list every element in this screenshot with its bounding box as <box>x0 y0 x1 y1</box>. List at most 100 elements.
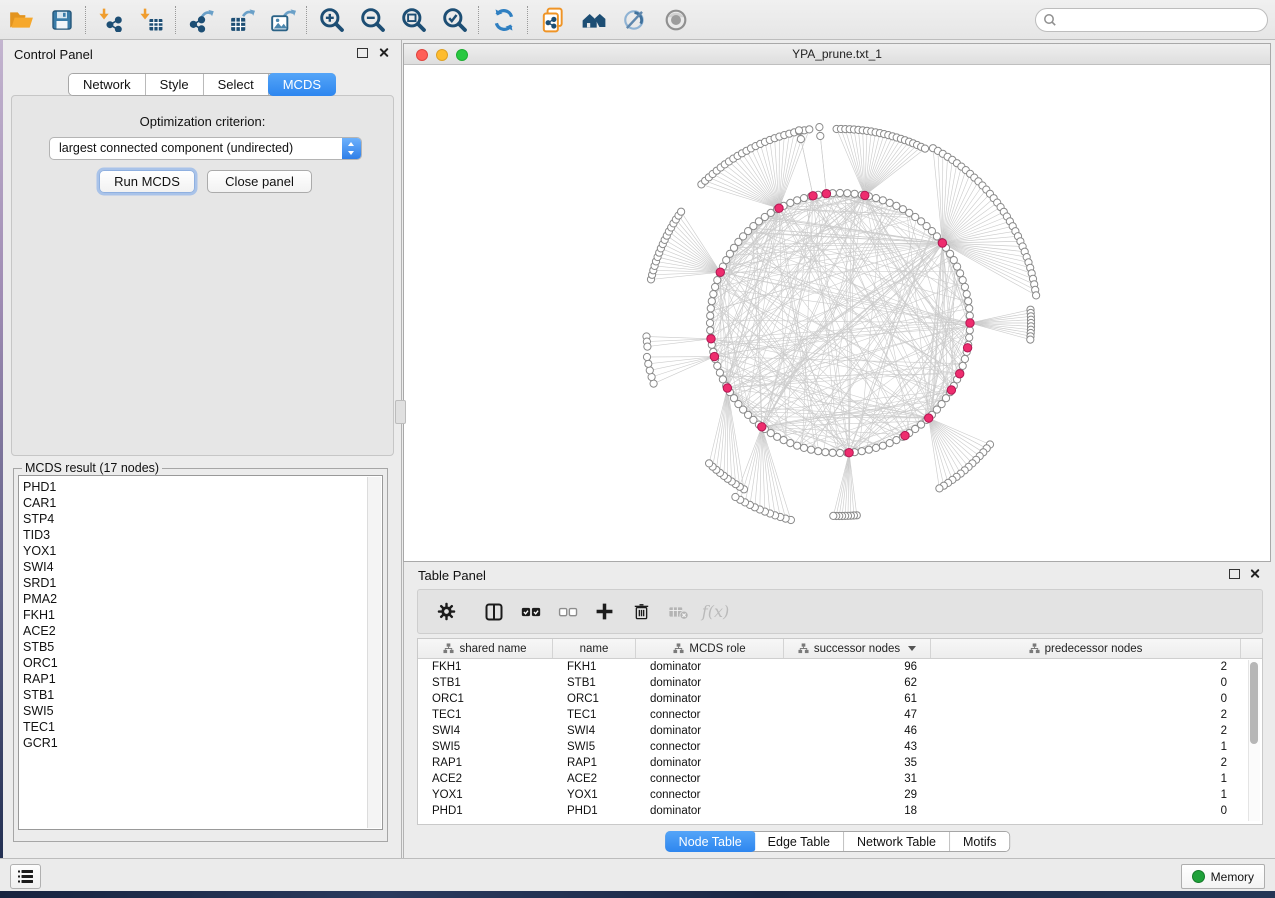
save-session-button[interactable] <box>41 3 82 37</box>
graph-hub-node[interactable] <box>947 386 955 394</box>
table-cell[interactable]: SWI5 <box>418 739 553 755</box>
graph-node[interactable] <box>836 449 843 456</box>
table-cell[interactable]: connector <box>636 707 784 723</box>
graph-node[interactable] <box>794 442 801 449</box>
table-cell[interactable]: 2 <box>931 707 1241 723</box>
graph-hub-node[interactable] <box>723 384 731 392</box>
table-cell[interactable]: YOX1 <box>553 787 636 803</box>
table-cell[interactable]: dominator <box>636 675 784 691</box>
mcds-result-item[interactable]: SWI4 <box>19 559 382 575</box>
table-row[interactable]: STB1STB1dominator620 <box>418 675 1262 691</box>
mcds-result-item[interactable]: ACE2 <box>19 623 382 639</box>
export-image-button[interactable] <box>262 3 303 37</box>
table-cell[interactable]: 47 <box>784 707 931 723</box>
graph-node[interactable] <box>648 373 655 380</box>
mcds-result-item[interactable]: STB5 <box>19 639 382 655</box>
table-cell[interactable]: 2 <box>931 723 1241 739</box>
table-cell[interactable]: 43 <box>784 739 931 755</box>
table-cell[interactable]: 35 <box>784 755 931 771</box>
tab-mcds[interactable]: MCDS <box>268 73 336 96</box>
table-settings-button[interactable] <box>428 597 465 627</box>
select-all-button[interactable] <box>512 597 549 627</box>
graph-node[interactable] <box>646 367 653 374</box>
table-row[interactable]: PHD1PHD1dominator180 <box>418 803 1262 819</box>
table-cell[interactable]: 0 <box>931 691 1241 707</box>
zoom-selected-button[interactable] <box>434 3 475 37</box>
graph-node[interactable] <box>851 190 858 197</box>
show-visualization-button[interactable] <box>655 3 696 37</box>
graph-node[interactable] <box>954 263 961 270</box>
table-scrollbar[interactable] <box>1248 660 1260 821</box>
column-header-name[interactable]: name <box>553 639 636 658</box>
graph-node[interactable] <box>872 444 879 451</box>
refresh-button[interactable] <box>483 3 524 37</box>
table-cell[interactable]: 0 <box>931 675 1241 691</box>
show-columns-button[interactable] <box>475 597 512 627</box>
graph-node[interactable] <box>706 319 713 326</box>
graph-hub-node[interactable] <box>707 335 715 343</box>
graph-hub-node[interactable] <box>716 268 724 276</box>
graph-hub-node[interactable] <box>925 414 933 422</box>
column-header-shared-name[interactable]: shared name <box>418 639 553 658</box>
table-cell[interactable]: ACE2 <box>553 771 636 787</box>
list-scrollbar[interactable] <box>367 477 381 828</box>
graph-node[interactable] <box>959 277 966 284</box>
table-cell[interactable]: 1 <box>931 771 1241 787</box>
table-row[interactable]: SWI4SWI4dominator462 <box>418 723 1262 739</box>
graph-node[interactable] <box>815 448 822 455</box>
graph-hub-node[interactable] <box>963 344 971 352</box>
table-row[interactable]: YOX1YOX1connector291 <box>418 787 1262 803</box>
table-cell[interactable]: PHD1 <box>418 803 553 819</box>
graph-node[interactable] <box>708 298 715 305</box>
mcds-result-item[interactable]: TID3 <box>19 527 382 543</box>
mcds-result-item[interactable]: FKH1 <box>19 607 382 623</box>
table-cell[interactable]: 62 <box>784 675 931 691</box>
graph-node[interactable] <box>959 362 966 369</box>
graph-node[interactable] <box>966 312 973 319</box>
graph-node[interactable] <box>872 195 879 202</box>
graph-node[interactable] <box>963 291 970 298</box>
tab-select[interactable]: Select <box>204 74 269 95</box>
table-cell[interactable]: FKH1 <box>418 659 553 675</box>
graph-node[interactable] <box>965 298 972 305</box>
graph-node[interactable] <box>822 449 829 456</box>
table-cell[interactable]: dominator <box>636 723 784 739</box>
graph-hub-node[interactable] <box>845 449 853 457</box>
table-cell[interactable]: 29 <box>784 787 931 803</box>
graph-hub-node[interactable] <box>710 352 718 360</box>
table-cell[interactable]: 18 <box>784 803 931 819</box>
import-network-button[interactable] <box>90 3 131 37</box>
table-cell[interactable]: 2 <box>931 659 1241 675</box>
table-cell[interactable]: FKH1 <box>553 659 636 675</box>
graph-node[interactable] <box>879 442 886 449</box>
graph-node[interactable] <box>706 460 713 467</box>
table-cell[interactable]: SWI4 <box>553 723 636 739</box>
column-header-MCDS-role[interactable]: MCDS role <box>636 639 784 658</box>
graph-node[interactable] <box>886 440 893 447</box>
graph-node[interactable] <box>817 132 824 139</box>
optimization-criterion-select[interactable]: largest connected component (undirected) <box>49 137 362 160</box>
table-cell[interactable]: PHD1 <box>553 803 636 819</box>
table-tab-node-table[interactable]: Node Table <box>665 831 756 852</box>
graph-node[interactable] <box>961 283 968 290</box>
graph-node[interactable] <box>836 189 843 196</box>
table-cell[interactable]: connector <box>636 771 784 787</box>
table-cell[interactable]: 46 <box>784 723 931 739</box>
mcds-result-item[interactable]: PMA2 <box>19 591 382 607</box>
tab-network[interactable]: Network <box>69 74 146 95</box>
add-column-button[interactable] <box>586 597 623 627</box>
table-cell[interactable]: STB1 <box>553 675 636 691</box>
table-row[interactable]: FKH1FKH1dominator962 <box>418 659 1262 675</box>
graph-node[interactable] <box>714 277 721 284</box>
graph-node[interactable] <box>650 380 657 387</box>
table-row[interactable]: ORC1ORC1dominator610 <box>418 691 1262 707</box>
search-input[interactable] <box>1035 8 1268 32</box>
table-cell[interactable]: ACE2 <box>418 771 553 787</box>
graph-node[interactable] <box>961 355 968 362</box>
graph-node[interactable] <box>829 449 836 456</box>
table-cell[interactable]: 96 <box>784 659 931 675</box>
graph-node[interactable] <box>795 127 802 134</box>
graph-node[interactable] <box>707 305 714 312</box>
mcds-result-item[interactable]: CAR1 <box>19 495 382 511</box>
graph-node[interactable] <box>712 283 719 290</box>
